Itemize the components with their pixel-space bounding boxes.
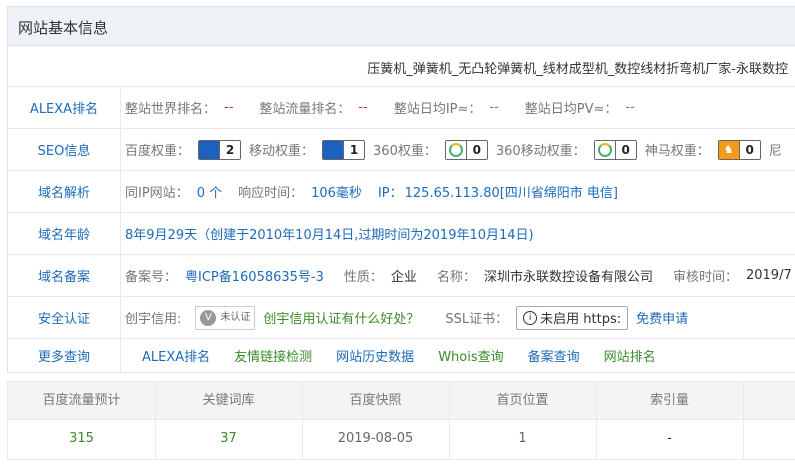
info-icon: i: [523, 310, 538, 325]
response-time-label: 响应时间：: [238, 186, 304, 201]
row-alexa: ALEXA排名 整站世界排名： -- 整站流量排名： -- 整站日均IP≈： -…: [8, 87, 795, 129]
icp-name-value: 深圳市永联数控设备有限公司: [483, 270, 653, 285]
s360-ring-icon: [445, 140, 466, 159]
icp-no-value[interactable]: 粤ICP备16058635号-3: [185, 266, 324, 285]
site-title: 压簧机_弹簧机_无凸轮弹簧机_线材成型机_数控线材折弯机厂家-永联数控: [367, 62, 788, 77]
baidu-weight-label: 百度权重：: [125, 144, 191, 159]
ip-label: IP：: [377, 186, 403, 201]
stats-value: 1: [518, 431, 527, 446]
traffic-rank-value: --: [358, 100, 368, 115]
row-seo: SEO信息 百度权重： 🐾 2 移动权重： 🐾 1 360权重： 0 360移动…: [8, 129, 795, 171]
stats-value: -: [667, 431, 672, 446]
daily-pv-value: --: [625, 100, 635, 115]
ssl-badge-text: 未启用 https:: [540, 312, 622, 327]
icp-time-value: 2019/7: [745, 268, 792, 283]
daily-ip-value: --: [489, 100, 499, 115]
icp-time-label: 审核时间：: [672, 270, 738, 285]
icp-name-label: 名称：: [436, 270, 476, 285]
icp-no-label: 备案号：: [125, 270, 178, 285]
free-apply-link[interactable]: 免费申请: [636, 308, 688, 327]
same-ip-value[interactable]: 0 个: [197, 182, 222, 201]
icp-label: 域名备案: [8, 255, 121, 296]
shenma-horse-icon: ♞: [718, 140, 739, 159]
stats-table: 百度流量预计 315 关键词库 37 百度快照 2019-08-05 首页位置 …: [7, 381, 795, 460]
security-label: 安全认证: [8, 297, 121, 338]
stats-header: 关键词库: [202, 393, 255, 408]
dns-label: 域名解析: [8, 171, 121, 212]
more-queries-label: 更多查询: [8, 339, 121, 372]
row-more-queries: 更多查询 ALEXA排名 友情链接检测 网站历史数据 Whois查询 备案查询 …: [8, 339, 795, 372]
baidu-paw-icon: 🐾: [199, 140, 220, 159]
domain-age-label: 域名年龄: [8, 213, 121, 254]
stats-header: 百度快照: [349, 393, 402, 408]
world-rank-label: 整站世界排名：: [125, 102, 217, 117]
seo-trailing-text: 尼: [768, 144, 782, 159]
stats-col-snapshot: 百度快照 2019-08-05: [302, 382, 450, 459]
stats-value: 2019-08-05: [337, 431, 414, 446]
world-rank-value: --: [224, 100, 234, 115]
panel-header: 网站基本信息: [8, 7, 795, 46]
more-link-whois[interactable]: Whois查询: [438, 346, 503, 365]
credit-badge[interactable]: V 未认证: [195, 305, 256, 330]
baidu-weight-value: 2: [219, 140, 240, 159]
icp-nature-label: 性质：: [343, 270, 383, 285]
s360-weight-badge[interactable]: 0: [444, 139, 488, 160]
domain-age-value: 8年9月29天（创建于2010年10月14日,过期时间为2019年10月14日): [125, 228, 534, 243]
seo-label: SEO信息: [8, 129, 121, 170]
s360m-weight-value: 0: [614, 140, 636, 159]
verified-v-icon: V: [200, 309, 217, 326]
ssl-label: SSL证书：: [445, 312, 509, 327]
stats-header: 百度流量预计: [42, 393, 121, 408]
same-ip-label: 同IP网站：: [125, 186, 189, 201]
site-title-row: 压簧机_弹簧机_无凸轮弹簧机_线材成型机_数控线材折弯机厂家-永联数控: [8, 46, 795, 87]
s360m-ring-icon: [594, 140, 615, 159]
s360m-weight-label: 360移动权重：: [495, 144, 586, 159]
more-link-friendlink[interactable]: 友情链接检测: [234, 346, 312, 365]
mobile-weight-value: 1: [343, 140, 364, 159]
s360m-weight-badge[interactable]: 0: [593, 139, 637, 160]
panel-title: 网站基本信息: [18, 19, 109, 37]
baidu-weight-badge[interactable]: 🐾 2: [198, 139, 242, 160]
ssl-badge[interactable]: i 未启用 https:: [516, 305, 629, 330]
row-dns: 域名解析 同IP网站： 0 个 响应时间： 106毫秒 IP： 125.65.1…: [8, 171, 795, 213]
stats-header: 首页位置: [496, 393, 549, 408]
traffic-rank-label: 整站流量排名：: [259, 102, 351, 117]
stats-header: 今: [743, 382, 795, 419]
more-link-alexa[interactable]: ALEXA排名: [142, 346, 210, 365]
s360-weight-label: 360权重：: [373, 144, 437, 159]
more-link-site-rank[interactable]: 网站排名: [604, 346, 656, 365]
row-security: 安全认证 创宇信用: V 未认证 创宇信用认证有什么好处？ SSL证书： i 未…: [8, 297, 795, 339]
stats-col-keywords: 关键词库 37: [155, 382, 303, 459]
credit-label: 创宇信用:: [125, 312, 182, 327]
stats-col-baidu-traffic: 百度流量预计 315: [8, 382, 156, 459]
stats-col-homepage-position: 首页位置 1: [449, 382, 597, 459]
stats-value[interactable]: 37: [155, 419, 302, 459]
stats-col-today: 今: [743, 382, 795, 459]
shenma-weight-badge[interactable]: ♞ 0: [717, 139, 761, 160]
credit-badge-text: 未认证: [220, 311, 251, 323]
stats-value: [743, 419, 795, 459]
daily-ip-label: 整站日均IP≈：: [393, 102, 482, 117]
shenma-weight-label: 神马权重：: [644, 144, 710, 159]
stats-value[interactable]: 315: [8, 419, 155, 459]
credit-benefit-link[interactable]: 创宇信用认证有什么好处？: [263, 308, 419, 327]
stats-header: 索引量: [649, 393, 689, 408]
s360-weight-value: 0: [465, 140, 487, 159]
response-time-value: 106毫秒: [311, 186, 362, 201]
daily-pv-label: 整站日均PV≈：: [524, 102, 618, 117]
site-info-panel: 网站基本信息 压簧机_弹簧机_无凸轮弹簧机_线材成型机_数控线材折弯机厂家-永联…: [7, 6, 795, 373]
alexa-label: ALEXA排名: [8, 87, 121, 128]
mobile-weight-label: 移动权重：: [249, 144, 315, 159]
more-link-icp[interactable]: 备案查询: [528, 346, 580, 365]
stats-col-index: 索引量 -: [596, 382, 744, 459]
more-link-history[interactable]: 网站历史数据: [336, 346, 414, 365]
mobile-weight-badge[interactable]: 🐾 1: [322, 139, 366, 160]
ip-value[interactable]: 125.65.113.80[四川省绵阳市 电信]: [405, 182, 618, 201]
shenma-weight-value: 0: [738, 140, 760, 159]
baidu-mobile-paw-icon: 🐾: [323, 140, 344, 159]
icp-nature-value: 企业: [390, 270, 417, 285]
row-domain-age: 域名年龄 8年9月29天（创建于2010年10月14日,过期时间为2019年10…: [8, 213, 795, 255]
row-icp: 域名备案 备案号： 粤ICP备16058635号-3 性质： 企业 名称： 深圳…: [8, 255, 795, 297]
